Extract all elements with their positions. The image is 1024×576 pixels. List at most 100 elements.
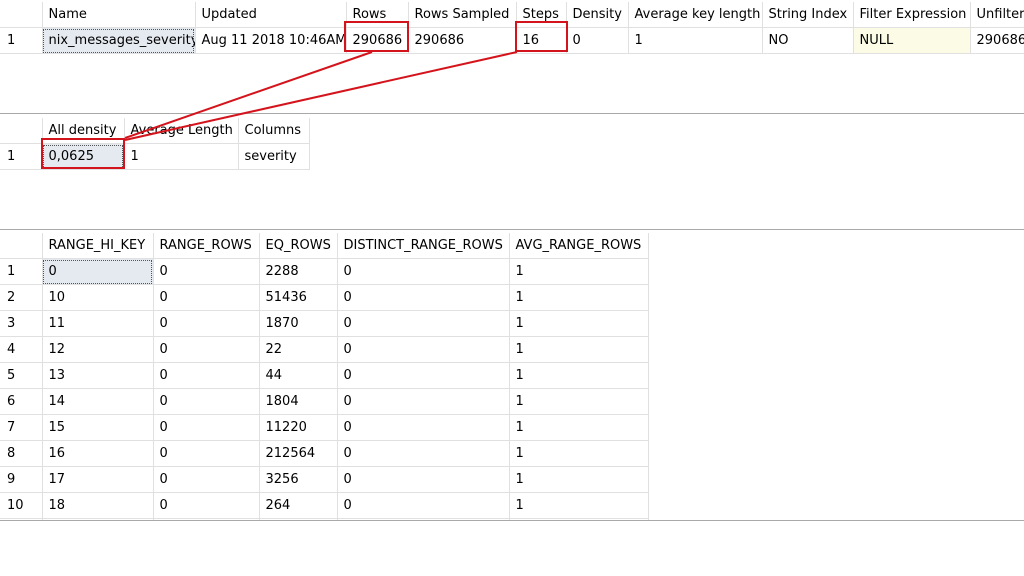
table-cell[interactable]: 290686 — [408, 27, 517, 54]
table-cell[interactable]: 1 — [509, 284, 649, 311]
table-cell[interactable]: 1 — [124, 143, 239, 170]
table-cell[interactable]: 1 — [509, 336, 649, 363]
col-header-columns[interactable]: Columns — [238, 118, 310, 144]
table-cell[interactable]: 1 — [509, 388, 649, 415]
pane-divider — [0, 520, 1024, 521]
table-cell[interactable]: 0 — [337, 310, 510, 337]
col-header-average-key-length[interactable]: Average key length — [628, 2, 763, 28]
table-cell[interactable]: 0 — [42, 258, 154, 285]
table-cell[interactable]: 0 — [153, 466, 260, 493]
table-cell[interactable]: 1 — [509, 414, 649, 441]
table-row[interactable]: 1 0 0 2288 0 1 — [0, 258, 649, 285]
table-cell[interactable]: 0 — [153, 492, 260, 519]
table-row[interactable]: 8 16 0 212564 0 1 — [0, 440, 649, 467]
row-number[interactable]: 10 — [0, 492, 43, 519]
row-number[interactable]: 1 — [0, 143, 43, 170]
rows-highlight-box — [344, 21, 409, 52]
table-cell[interactable]: 1 — [509, 492, 649, 519]
col-header-name[interactable]: Name — [42, 2, 196, 28]
table-cell[interactable]: 44 — [259, 362, 338, 389]
table-cell[interactable]: 51436 — [259, 284, 338, 311]
table-cell[interactable]: Aug 11 2018 10:46AM — [195, 27, 347, 54]
row-number[interactable]: 5 — [0, 362, 43, 389]
table-cell[interactable]: 0 — [337, 466, 510, 493]
table-row[interactable]: 3 11 0 1870 0 1 — [0, 310, 649, 337]
table-cell[interactable]: 0 — [337, 336, 510, 363]
row-number[interactable]: 3 — [0, 310, 43, 337]
table-cell[interactable]: 18 — [42, 492, 154, 519]
col-header-density[interactable]: Density — [566, 2, 629, 28]
table-cell[interactable]: nix_messages_severity — [42, 27, 196, 54]
table-cell[interactable]: 13 — [42, 362, 154, 389]
row-number[interactable]: 6 — [0, 388, 43, 415]
table-cell[interactable]: 1 — [509, 362, 649, 389]
table-cell[interactable]: 0 — [337, 414, 510, 441]
row-number[interactable]: 1 — [0, 258, 43, 285]
table-cell[interactable]: 17 — [42, 466, 154, 493]
table-cell[interactable]: 22 — [259, 336, 338, 363]
table-cell[interactable]: 1 — [509, 440, 649, 467]
col-header-updated[interactable]: Updated — [195, 2, 347, 28]
table-cell[interactable]: 0 — [153, 362, 260, 389]
table-cell[interactable]: 0 — [153, 258, 260, 285]
table-cell[interactable]: 0 — [566, 27, 629, 54]
table-cell[interactable]: 0 — [153, 440, 260, 467]
table-cell[interactable]: 15 — [42, 414, 154, 441]
row-number[interactable]: 2 — [0, 284, 43, 311]
table-cell[interactable]: 0 — [337, 440, 510, 467]
col-header-string-index[interactable]: String Index — [762, 2, 854, 28]
table-cell[interactable]: 11 — [42, 310, 154, 337]
table-cell[interactable]: 0 — [337, 258, 510, 285]
col-header-rows-sampled[interactable]: Rows Sampled — [408, 2, 517, 28]
col-header-range-rows[interactable]: RANGE_ROWS — [153, 233, 260, 259]
table-row[interactable]: 5 13 0 44 0 1 — [0, 362, 649, 389]
col-header-range-hi-key[interactable]: RANGE_HI_KEY — [42, 233, 154, 259]
table-cell[interactable]: 1 — [628, 27, 763, 54]
row-number[interactable]: 9 — [0, 466, 43, 493]
table-row[interactable]: 2 10 0 51436 0 1 — [0, 284, 649, 311]
table-cell[interactable]: 0 — [153, 284, 260, 311]
col-header-average-length[interactable]: Average Length — [124, 118, 239, 144]
col-header-avg-range-rows[interactable]: AVG_RANGE_ROWS — [509, 233, 649, 259]
table-cell[interactable]: NULL — [853, 27, 971, 54]
table-cell[interactable]: 1 — [509, 310, 649, 337]
table-cell[interactable]: 0 — [153, 310, 260, 337]
row-number[interactable]: 7 — [0, 414, 43, 441]
table-row[interactable]: 10 18 0 264 0 1 — [0, 492, 649, 519]
table-cell[interactable]: 3256 — [259, 466, 338, 493]
col-header-distinct-range-rows[interactable]: DISTINCT_RANGE_ROWS — [337, 233, 510, 259]
table-cell[interactable]: 0 — [153, 414, 260, 441]
col-header-eq-rows[interactable]: EQ_ROWS — [259, 233, 338, 259]
table-cell[interactable]: 12 — [42, 336, 154, 363]
table-cell[interactable]: 10 — [42, 284, 154, 311]
col-header-unfiltered[interactable]: Unfiltered — [970, 2, 1024, 28]
table-cell[interactable]: 1 — [509, 258, 649, 285]
table-cell[interactable]: 0 — [337, 388, 510, 415]
table-row[interactable]: 1 nix_messages_severity Aug 11 2018 10:4… — [0, 27, 1024, 54]
table-row[interactable]: 9 17 0 3256 0 1 — [0, 466, 649, 493]
table-cell[interactable]: 14 — [42, 388, 154, 415]
row-number[interactable]: 4 — [0, 336, 43, 363]
table-cell[interactable]: 1804 — [259, 388, 338, 415]
table-cell[interactable]: 0 — [337, 284, 510, 311]
table-cell[interactable]: 0 — [153, 388, 260, 415]
table-cell[interactable]: NO — [762, 27, 854, 54]
table-row[interactable]: 7 15 0 11220 0 1 — [0, 414, 649, 441]
table-row[interactable]: 4 12 0 22 0 1 — [0, 336, 649, 363]
table-cell[interactable]: 0 — [337, 492, 510, 519]
table-cell[interactable]: 11220 — [259, 414, 338, 441]
table-cell[interactable]: 16 — [42, 440, 154, 467]
table-cell[interactable]: 1 — [509, 466, 649, 493]
table-cell[interactable]: 212564 — [259, 440, 338, 467]
table-cell[interactable]: 1870 — [259, 310, 338, 337]
row-number[interactable]: 1 — [0, 27, 43, 54]
table-cell[interactable]: 0 — [153, 336, 260, 363]
table-cell[interactable]: 0 — [337, 362, 510, 389]
table-cell[interactable]: severity — [238, 143, 310, 170]
col-header-filter-expression[interactable]: Filter Expression — [853, 2, 971, 28]
table-row[interactable]: 6 14 0 1804 0 1 — [0, 388, 649, 415]
row-number[interactable]: 8 — [0, 440, 43, 467]
table-cell[interactable]: 290686 — [970, 27, 1024, 54]
table-cell[interactable]: 264 — [259, 492, 338, 519]
table-cell[interactable]: 2288 — [259, 258, 338, 285]
